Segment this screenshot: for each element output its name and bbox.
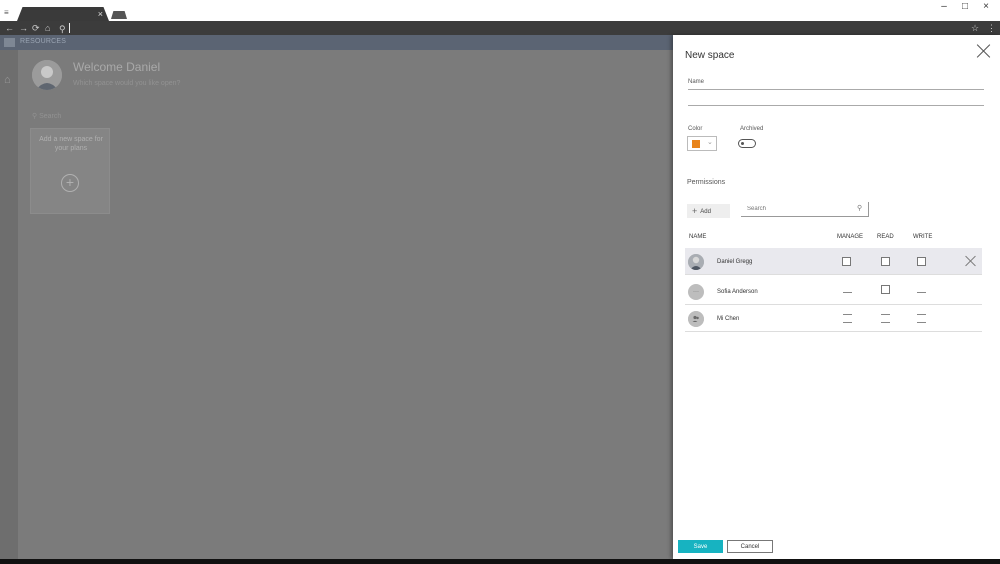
name-label-underline (688, 89, 984, 90)
manage-dash (843, 314, 852, 315)
remove-row-icon[interactable] (965, 256, 976, 267)
table-row[interactable]: ··· Sofia Anderson (685, 278, 982, 305)
color-picker[interactable]: ⌄ (687, 136, 717, 151)
avatar: ··· (688, 284, 704, 300)
add-permission-button[interactable]: + Add (687, 204, 730, 218)
add-button-label: Add (700, 209, 711, 215)
write-dash (917, 314, 926, 315)
window-minimize-button[interactable]: – (936, 1, 952, 12)
forward-icon[interactable]: → (19, 22, 28, 34)
name-label: Name (688, 79, 705, 85)
toggle-knob (741, 142, 744, 145)
new-space-panel: New space Name Color ⌄ Archived Permissi… (673, 35, 1000, 559)
person-name: Daniel Gregg (717, 259, 753, 265)
close-icon[interactable] (977, 44, 991, 58)
read-dash (881, 314, 890, 315)
permissions-label: Permissions (687, 179, 726, 186)
browser-more-icon[interactable]: ⋮ (987, 22, 996, 34)
permissions-search-input[interactable] (741, 202, 869, 217)
column-header-read: READ (877, 234, 894, 240)
archived-label: Archived (740, 126, 764, 132)
write-dash (917, 292, 926, 293)
address-search-icon: ⚲ (59, 24, 66, 34)
home-icon[interactable]: ⌂ (4, 74, 11, 86)
browser-tab-bar: ≡ × – □ × (0, 0, 1000, 21)
app-logo-icon (4, 38, 15, 47)
browser-menu-icon[interactable]: ≡ (4, 9, 9, 17)
table-row[interactable]: Mi Chen (685, 305, 982, 332)
write-dash (917, 322, 926, 323)
bookmark-star-icon[interactable]: ☆ (971, 22, 979, 34)
app-header: RESOURCES (0, 35, 673, 50)
column-header-manage: MANAGE (837, 234, 864, 240)
avatar (688, 254, 704, 270)
read-checkbox[interactable] (881, 257, 890, 266)
avatar (688, 311, 704, 327)
add-circle-icon[interactable]: + (61, 174, 79, 192)
manage-dash (843, 322, 852, 323)
back-icon[interactable]: ← (5, 22, 14, 34)
person-icon (688, 311, 704, 327)
app-header-label: RESOURCES (20, 38, 67, 45)
browser-tab-active[interactable]: × (17, 7, 109, 21)
main-content: Welcome Daniel Which space would you lik… (18, 50, 673, 559)
left-rail: ⌂ (0, 50, 18, 559)
write-checkbox[interactable] (917, 257, 926, 266)
page-search-placeholder: Search (39, 113, 62, 120)
welcome-subtitle: Which space would you like open? (73, 80, 181, 87)
panel-title: New space (685, 50, 735, 61)
chevron-down-icon: ⌄ (707, 139, 713, 146)
window-maximize-button[interactable]: □ (957, 1, 973, 12)
add-space-card-text: Add a new space for your plans (39, 136, 103, 152)
read-dash (881, 322, 890, 323)
search-icon: ⚲ (32, 113, 38, 120)
name-field[interactable] (688, 92, 984, 106)
person-name: Mi Chen (717, 316, 740, 322)
color-swatch (692, 140, 700, 148)
add-space-card[interactable]: Add a new space for your plans + (30, 128, 110, 214)
tab-close-icon[interactable]: × (98, 8, 103, 20)
column-header-name: NAME (689, 234, 707, 240)
avatar-photo (688, 254, 704, 270)
search-icon: ⚲ (857, 205, 863, 212)
address-caret (69, 23, 70, 33)
home-nav-icon[interactable]: ⌂ (45, 22, 50, 34)
save-button[interactable]: Save (678, 540, 723, 553)
browser-toolbar: ← → ⟳ ⌂ ⚲ ☆ ⋮ (0, 21, 1000, 35)
manage-checkbox[interactable] (842, 257, 851, 266)
address-bar[interactable]: ⚲ (57, 22, 962, 34)
table-row[interactable]: Daniel Gregg (685, 248, 982, 275)
window-bottom-edge (0, 559, 1000, 564)
user-avatar (32, 60, 62, 90)
archived-toggle[interactable] (738, 139, 756, 148)
window-close-button[interactable]: × (978, 1, 994, 12)
reload-icon[interactable]: ⟳ (32, 22, 40, 34)
manage-dash (843, 292, 852, 293)
column-header-write: WRITE (913, 234, 933, 240)
user-avatar-photo (32, 60, 62, 90)
cancel-button[interactable]: Cancel (727, 540, 773, 553)
read-checkbox[interactable] (881, 285, 890, 294)
page-search[interactable]: ⚲ Search (32, 112, 61, 120)
welcome-title: Welcome Daniel (73, 60, 161, 74)
person-name: Sofia Anderson (717, 289, 758, 295)
color-label: Color (688, 126, 703, 132)
new-tab-button[interactable] (111, 11, 127, 19)
plus-icon: + (692, 206, 698, 216)
